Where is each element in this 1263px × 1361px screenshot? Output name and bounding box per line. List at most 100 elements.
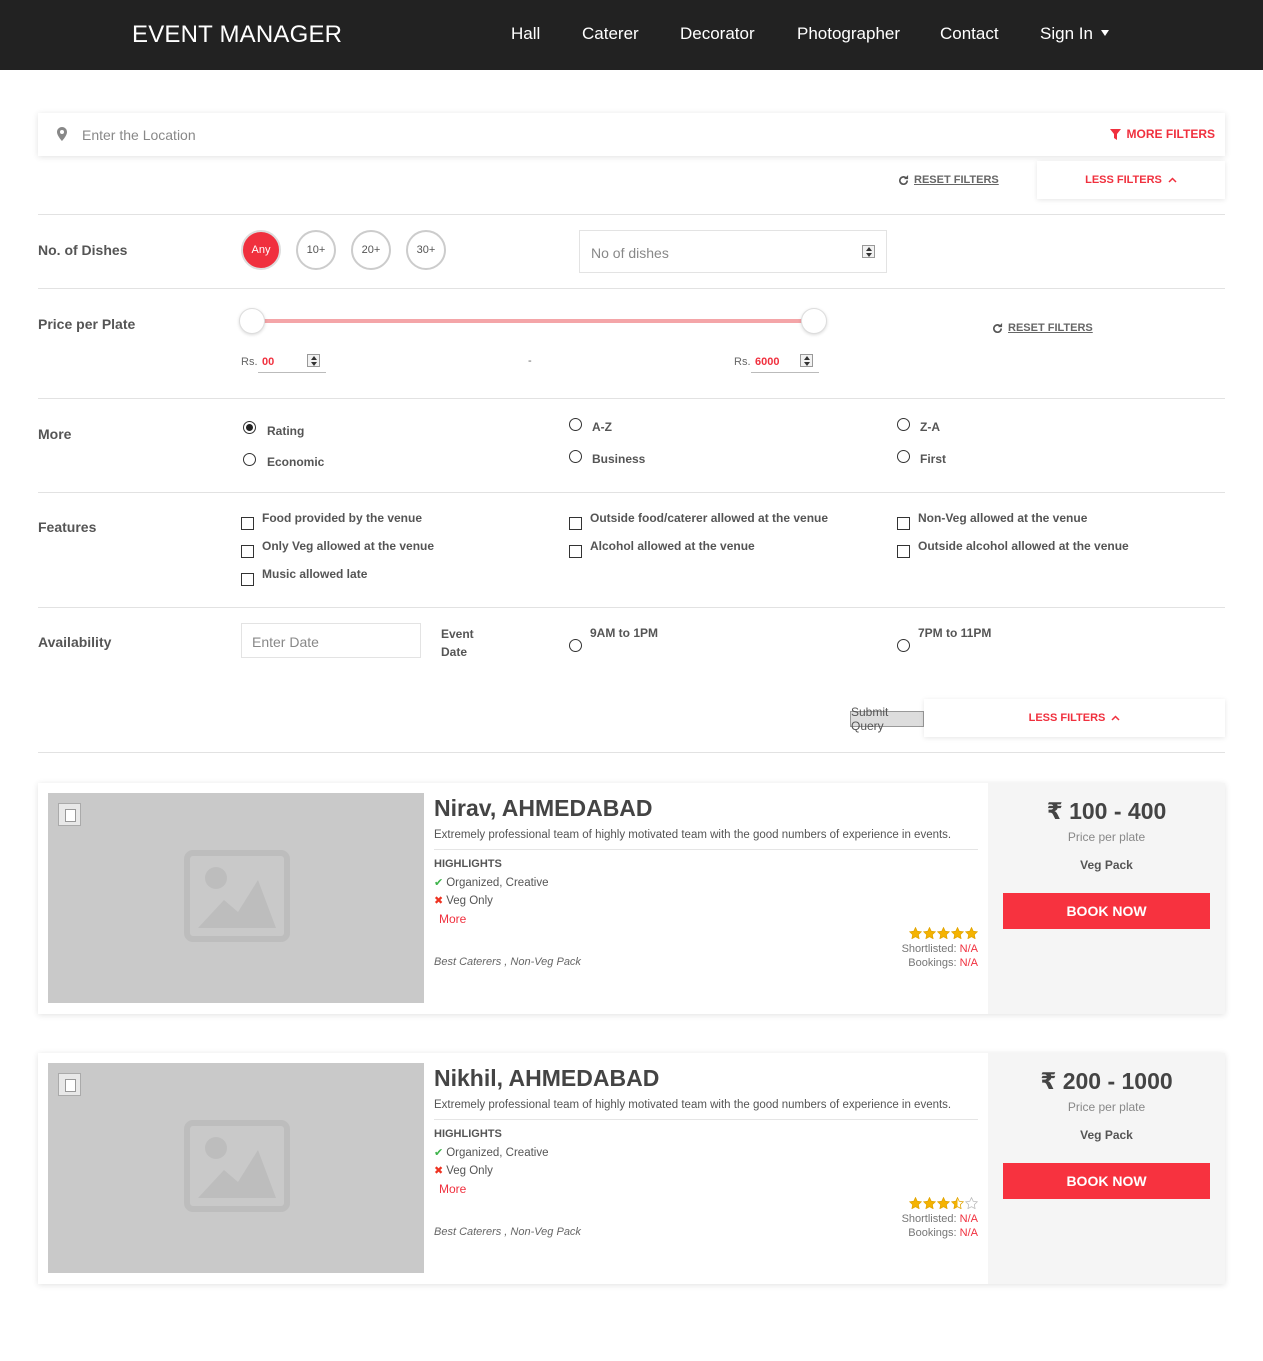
check-icon: ✔ <box>434 877 444 889</box>
nav-hall[interactable]: Hall <box>511 24 540 44</box>
listing-title[interactable]: Nikhil, AHMEDABAD <box>434 1065 659 1092</box>
less-filters-toggle[interactable]: LESS FILTERS <box>1037 161 1225 199</box>
sort-radio-first[interactable] <box>897 450 910 463</box>
reset-filters-price[interactable]: RESET FILTERS <box>992 322 1093 334</box>
listing-title[interactable]: Nirav, AHMEDABAD <box>434 795 653 822</box>
submit-query-button[interactable]: Submit Query <box>850 705 924 733</box>
price-min-spinner[interactable] <box>307 354 320 367</box>
check-icon: ✔ <box>434 1147 444 1159</box>
price-slider-max-handle[interactable] <box>801 308 827 334</box>
feature-checkbox-food-provided[interactable] <box>241 517 254 530</box>
nav-photographer[interactable]: Photographer <box>797 24 900 44</box>
sort-radio-economic[interactable] <box>243 453 256 466</box>
slot-radio-morning[interactable] <box>569 639 582 652</box>
features-label: Features <box>38 519 97 535</box>
pack-type: Veg Pack <box>1080 1128 1133 1142</box>
shortlisted-value: N/A <box>959 943 978 955</box>
rating-stars <box>909 927 978 939</box>
listing-tags: Best Caterers , Non-Veg Pack <box>434 1226 581 1238</box>
date-input-placeholder: Enter Date <box>252 634 319 650</box>
more-link[interactable]: More <box>439 912 466 926</box>
price-per-plate-label: Price per plate <box>1067 1100 1146 1114</box>
rating-star-icon <box>937 1197 950 1209</box>
sort-label-rating: Rating <box>267 424 305 438</box>
highlight-yes-text: Organized, Creative <box>446 1146 549 1159</box>
nav-decorator[interactable]: Decorator <box>680 24 755 44</box>
book-now-button[interactable]: BOOK NOW <box>1003 1163 1210 1199</box>
sort-radio-business[interactable] <box>569 450 582 463</box>
listing-image[interactable] <box>48 1063 424 1273</box>
slot-radio-evening[interactable] <box>897 639 910 652</box>
more-filters-label: MORE FILTERS <box>1126 127 1215 141</box>
feature-checkbox-outside-alcohol[interactable] <box>897 545 910 558</box>
bookings-value: N/A <box>959 1227 978 1239</box>
cross-icon: ✖ <box>434 895 444 907</box>
dishes-label: No. of Dishes <box>38 242 128 258</box>
sort-label-za: Z-A <box>920 420 940 434</box>
dish-option-20[interactable]: 20+ <box>351 230 391 270</box>
less-filters-toggle-bottom[interactable]: LESS FILTERS <box>924 699 1225 737</box>
highlight-no-text: Veg Only <box>446 894 493 907</box>
event-date-input[interactable]: Enter Date <box>241 623 421 658</box>
dish-option-10[interactable]: 10+ <box>296 230 336 270</box>
dishes-spinner[interactable] <box>862 245 875 258</box>
sort-radio-rating[interactable] <box>243 421 256 434</box>
currency-label-min: Rs. <box>241 356 258 368</box>
bookings-stat: Bookings: N/A <box>908 957 978 969</box>
listing-description: Extremely professional team of highly mo… <box>434 829 952 841</box>
feature-checkbox-outside-food[interactable] <box>569 517 582 530</box>
reset-filters-top[interactable]: RESET FILTERS <box>898 174 999 186</box>
sort-label-economic: Economic <box>267 455 325 469</box>
dishes-number-input[interactable]: No of dishes <box>579 230 887 273</box>
cross-icon: ✖ <box>434 1165 444 1177</box>
chevron-up-icon <box>1111 715 1120 721</box>
dish-option-any[interactable]: Any <box>241 230 281 270</box>
less-filters-label: LESS FILTERS <box>1085 174 1162 186</box>
book-now-button[interactable]: BOOK NOW <box>1003 893 1210 929</box>
divider <box>38 288 1225 289</box>
price-max-spinner[interactable] <box>800 354 813 367</box>
highlights-title: HIGHLIGHTS <box>434 1128 502 1140</box>
feature-label-only-veg: Only Veg allowed at the venue <box>262 539 435 553</box>
feature-label-outside-alcohol: Outside alcohol allowed at the venue <box>918 539 1129 553</box>
nav-sign-in[interactable]: Sign In <box>1040 24 1093 44</box>
listing-image[interactable] <box>48 793 424 1003</box>
sort-radio-az[interactable] <box>569 418 582 431</box>
more-filters-button[interactable]: MORE FILTERS <box>1109 127 1215 141</box>
dish-option-30[interactable]: 30+ <box>406 230 446 270</box>
feature-checkbox-non-veg[interactable] <box>897 517 910 530</box>
price-min-value[interactable]: 00 <box>262 356 274 368</box>
listing-description: Extremely professional team of highly mo… <box>434 1099 952 1111</box>
price-separator: - <box>528 355 532 367</box>
sort-label-business: Business <box>592 452 646 466</box>
refresh-icon <box>899 174 909 185</box>
more-link[interactable]: More <box>439 1182 466 1196</box>
feature-checkbox-music-late[interactable] <box>241 573 254 586</box>
price-max-value[interactable]: 6000 <box>755 356 779 368</box>
price-slider-min-handle[interactable] <box>239 308 265 334</box>
feature-label-music-late: Music allowed late <box>262 567 368 581</box>
location-search-bar: MORE FILTERS <box>38 113 1225 156</box>
shortlisted-value: N/A <box>959 1213 978 1225</box>
feature-checkbox-alcohol[interactable] <box>569 545 582 558</box>
feature-checkbox-only-veg[interactable] <box>241 545 254 558</box>
nav-contact[interactable]: Contact <box>940 24 999 44</box>
event-date-label: Event Date <box>441 627 474 659</box>
rating-stars <box>909 1197 978 1209</box>
brand-logo[interactable]: EVENT MANAGER <box>132 21 342 49</box>
location-input[interactable] <box>82 121 782 149</box>
highlight-yes: ✔ Organized, Creative <box>434 876 549 890</box>
price-panel: ₹ 200 - 1000 Price per plate Veg Pack BOOK … <box>988 1053 1225 1284</box>
map-marker-icon <box>57 127 67 141</box>
nav-caterer[interactable]: Caterer <box>582 24 639 44</box>
shortlisted-label: Shortlisted: <box>901 1213 957 1225</box>
bookings-label: Bookings: <box>908 1227 957 1239</box>
sort-label-az: A-Z <box>592 420 612 434</box>
price-slider-track[interactable] <box>252 319 814 323</box>
caret-down-icon[interactable] <box>1101 30 1109 36</box>
sort-label-first: First <box>920 452 947 466</box>
listing-card: Nikhil, AHMEDABAD Extremely professional … <box>38 1053 1225 1284</box>
sort-radio-za[interactable] <box>897 418 910 431</box>
rating-star-icon <box>965 927 978 939</box>
highlight-no: ✖ Veg Only <box>434 894 493 908</box>
